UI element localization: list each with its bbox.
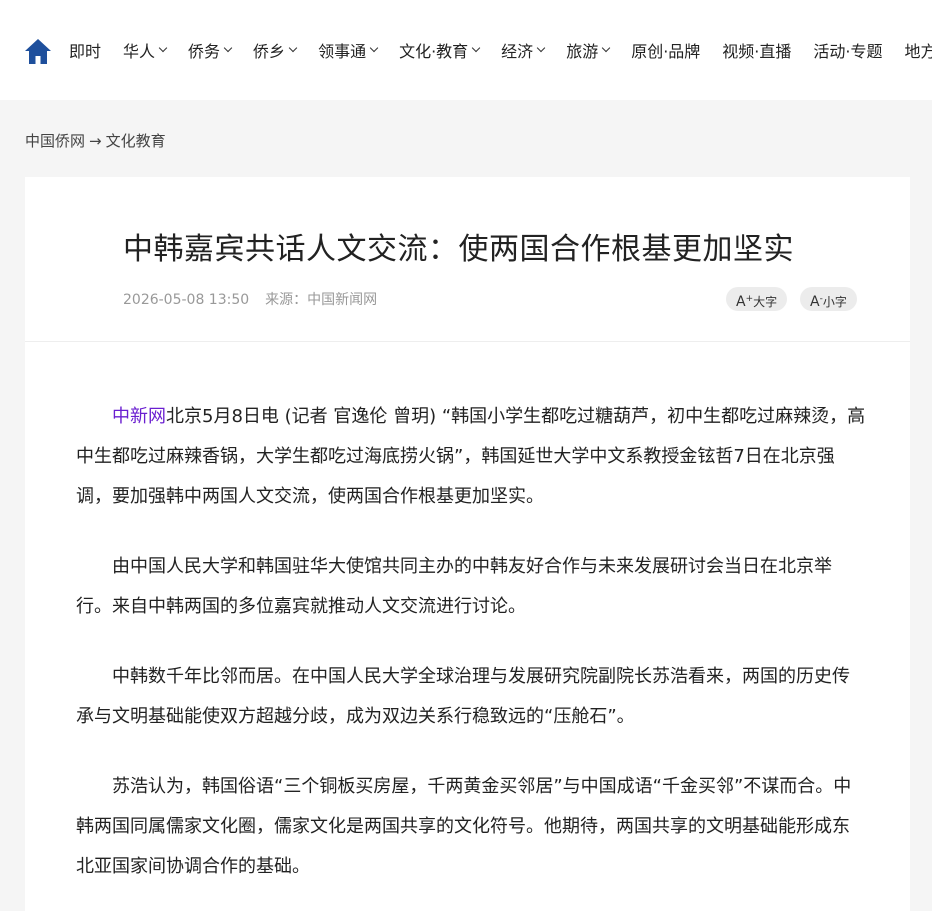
font-size-large-button[interactable]: A+大字 (726, 287, 788, 311)
nav-item-qiaowu[interactable]: 侨务 (188, 38, 233, 62)
chevron-down-icon (369, 43, 379, 53)
paragraph-text: 由中国人民大学和韩国驻华大使馆共同主办的中韩友好合作与未来发展研讨会当日在北京举… (76, 556, 832, 617)
article-source: 来源：中国新闻网 (265, 292, 378, 308)
font-size-small-button[interactable]: A-小字 (800, 287, 857, 311)
nav-item-label: 文化·教育 (399, 42, 469, 61)
font-large-icon-mark: + (745, 294, 754, 304)
breadcrumb-section-link[interactable]: 文化教育 (106, 132, 166, 150)
nav-menu: 即时 华人 侨务 侨乡 领事通 文化·教育 经济 旅游 原创·品牌 视频·直播 … (69, 0, 932, 100)
nav-item-travel[interactable]: 旅游 (566, 38, 611, 62)
article-paragraph: 中韩数千年比邻而居。在中国人民大学全球治理与发展研究院副院长苏浩看来，两国的历史… (76, 657, 866, 737)
nav-item-label: 侨乡 (253, 42, 286, 61)
nav-item-lingshitong[interactable]: 领事通 (318, 38, 379, 62)
nav-item-culture-education[interactable]: 文化·教育 (399, 38, 481, 62)
font-small-icon: A (810, 294, 820, 310)
breadcrumb-separator: → (89, 132, 102, 150)
nav-item-label: 华人 (123, 42, 156, 61)
chevron-down-icon (288, 43, 298, 53)
nav-item-label: 原创·品牌 (631, 42, 701, 61)
article-paragraph: 苏浩认为，韩国俗语“三个铜板买房屋，千两黄金买邻居”与中国成语“千金买邻”不谋而… (76, 767, 866, 887)
nav-item-label: 领事通 (318, 42, 367, 61)
paragraph-text: 苏浩认为，韩国俗语“三个铜板买房屋，千两黄金买邻居”与中国成语“千金买邻”不谋而… (76, 776, 852, 877)
article-card: 中韩嘉宾共话人文交流：使两国合作根基更加坚实 2026-05-08 13:50 来… (25, 177, 910, 911)
nav-item-label: 活动·专题 (813, 42, 883, 61)
breadcrumb-home-link[interactable]: 中国侨网 (25, 132, 85, 150)
nav-item-video-live[interactable]: 视频·直播 (722, 38, 791, 62)
nav-item-jishi[interactable]: 即时 (69, 38, 101, 62)
nav-item-events-topics[interactable]: 活动·专题 (813, 38, 882, 62)
nav-item-huaren[interactable]: 华人 (123, 38, 168, 62)
top-nav: 即时 华人 侨务 侨乡 领事通 文化·教育 经济 旅游 原创·品牌 视频·直播 … (0, 0, 932, 100)
nav-item-qiaoxiang[interactable]: 侨乡 (253, 38, 298, 62)
paragraph-text: 中韩数千年比邻而居。在中国人民大学全球治理与发展研究院副院长苏浩看来，两国的历史… (76, 666, 850, 727)
nav-item-label: 地方 (904, 42, 932, 61)
nav-item-economy[interactable]: 经济 (501, 38, 546, 62)
nav-item-local[interactable]: 地方 (904, 38, 932, 62)
article-paragraph: 中新网北京5月8日电 (记者 官逸伦 曾玥) “韩国小学生都吃过糖葫芦，初中生都… (76, 397, 866, 517)
home-icon[interactable] (24, 37, 52, 65)
chevron-down-icon (601, 43, 611, 53)
article-meta: 2026-05-08 13:50 来源：中国新闻网 (123, 289, 377, 309)
nav-item-label: 视频·直播 (722, 42, 792, 61)
nav-item-label: 经济 (501, 42, 534, 61)
header-divider (25, 341, 910, 342)
breadcrumb: 中国侨网 → 文化教育 (25, 130, 166, 151)
font-large-icon: A (736, 294, 746, 310)
chevron-down-icon (223, 43, 233, 53)
article-paragraph: 由中国人民大学和韩国驻华大使馆共同主办的中韩友好合作与未来发展研讨会当日在北京举… (76, 547, 866, 627)
article-datetime: 2026-05-08 13:50 (123, 292, 250, 308)
font-large-label: 大字 (753, 295, 778, 309)
chevron-down-icon (158, 43, 168, 53)
article-body: 中新网北京5月8日电 (记者 官逸伦 曾玥) “韩国小学生都吃过糖葫芦，初中生都… (76, 397, 866, 911)
paragraph-text: 北京5月8日电 (记者 官逸伦 曾玥) “韩国小学生都吃过糖葫芦，初中生都吃过麻… (76, 406, 866, 507)
nav-item-label: 即时 (69, 42, 102, 61)
chevron-down-icon (536, 43, 546, 53)
chevron-down-icon (471, 43, 481, 53)
font-small-label: 小字 (822, 295, 847, 309)
nav-item-original-brand[interactable]: 原创·品牌 (631, 38, 700, 62)
article-title: 中韩嘉宾共话人文交流：使两国合作根基更加坚实 (123, 232, 794, 267)
nav-item-label: 侨务 (188, 42, 221, 61)
source-agency-link[interactable]: 中新网 (112, 406, 166, 427)
nav-item-label: 旅游 (566, 42, 599, 61)
